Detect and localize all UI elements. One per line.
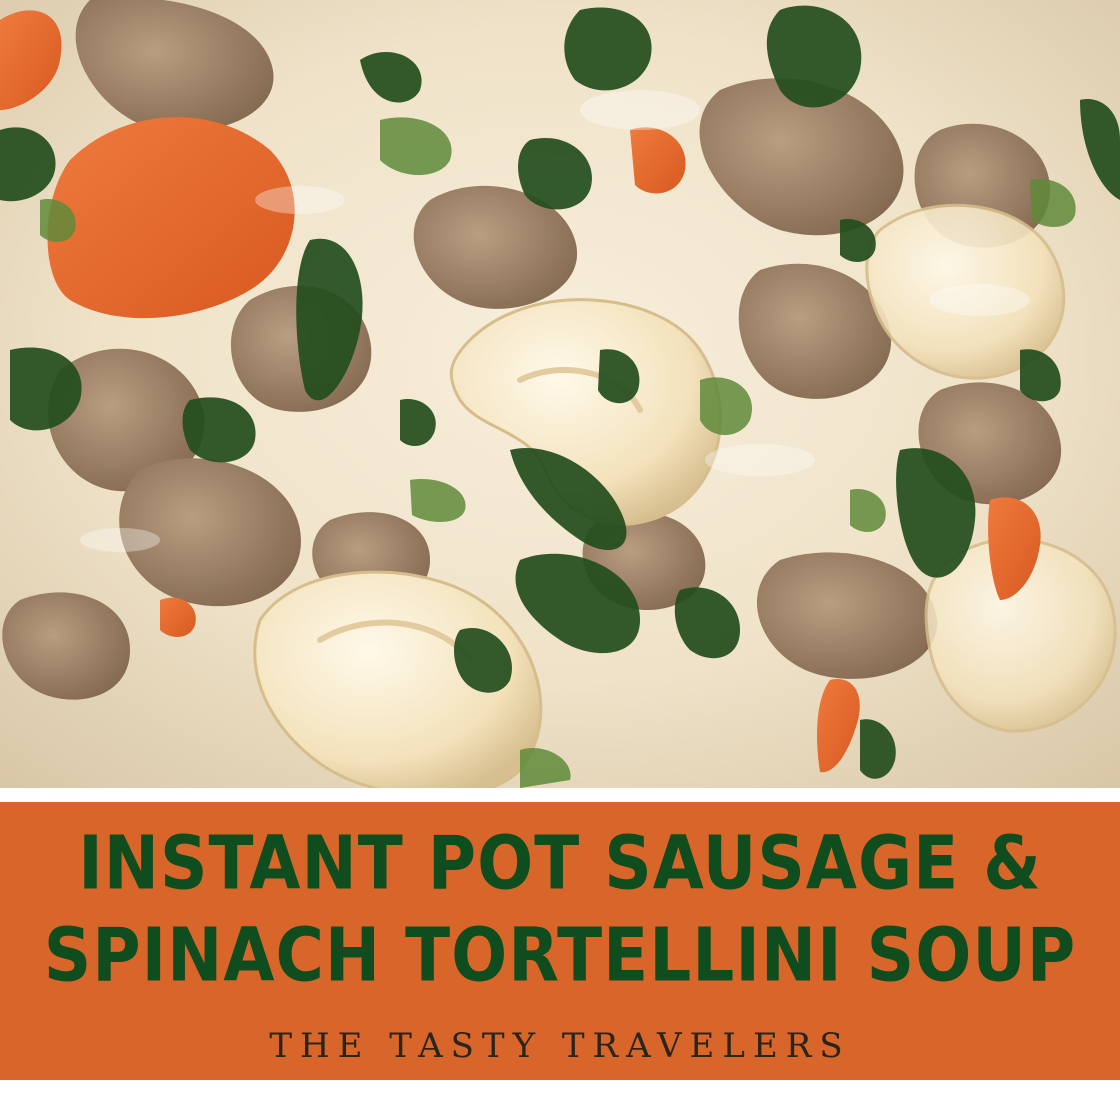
soup-illustration — [0, 0, 1120, 788]
recipe-pin-card: INSTANT POT SAUSAGE & SPINACH TORTELLINI… — [0, 0, 1120, 1120]
brand-name: THE TASTY TRAVELERS — [269, 1026, 851, 1066]
photo-divider — [0, 788, 1120, 802]
recipe-title-line-2: SPINACH TORTELLINI SOUP — [43, 912, 1077, 999]
recipe-title: INSTANT POT SAUSAGE & SPINACH TORTELLINI… — [0, 818, 1120, 1002]
soup-photo — [0, 0, 1120, 788]
bottom-margin — [0, 1080, 1120, 1120]
recipe-title-line-1: INSTANT POT SAUSAGE & — [78, 820, 1042, 907]
title-banner: INSTANT POT SAUSAGE & SPINACH TORTELLINI… — [0, 802, 1120, 1080]
